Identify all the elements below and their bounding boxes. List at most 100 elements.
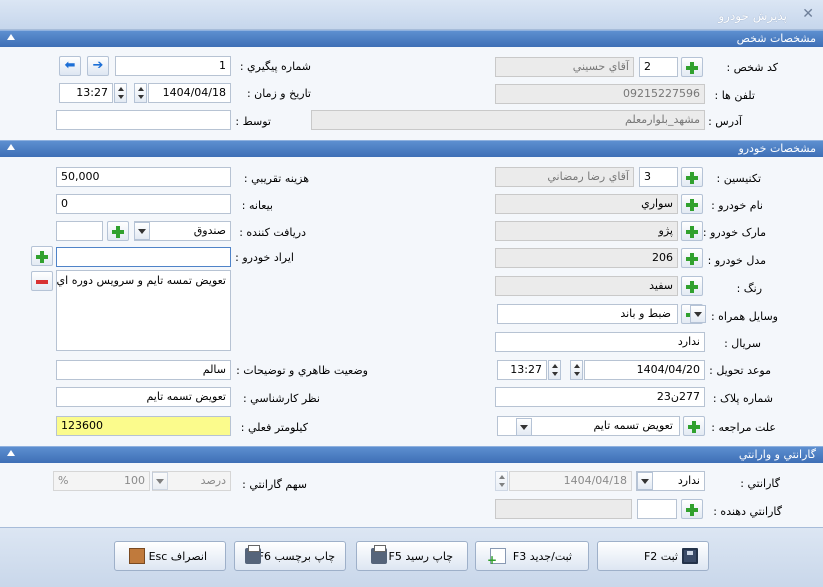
next-arrow-icon[interactable]: ➔: [87, 56, 109, 76]
km-input[interactable]: 123600: [56, 416, 231, 436]
color-label: رنگ :: [736, 282, 762, 295]
share-type-dropdown-icon[interactable]: [152, 472, 168, 490]
warranty-giver-code-input[interactable]: [637, 499, 677, 519]
by-input[interactable]: [56, 110, 231, 130]
defects-list[interactable]: تعويض تمسه تايم و سرويس دوره اي: [56, 270, 231, 351]
save-new-button[interactable]: ثبت/جديد F3: [475, 541, 589, 571]
collapse-icon[interactable]: [7, 450, 15, 456]
technician-label: تکنيسين :: [716, 172, 761, 185]
accessories-select[interactable]: ضبط و باند: [497, 304, 678, 324]
print-receipt-button[interactable]: چاپ رسيد F5: [356, 541, 468, 571]
accessories-dropdown-icon[interactable]: [690, 305, 706, 323]
delivery-date-input[interactable]: 1404/04/20: [584, 360, 705, 380]
person-name-field: آقاي حسيني: [495, 57, 634, 77]
share-label: سهم گارانتي :: [242, 478, 307, 491]
warranty-date-spinner[interactable]: [495, 471, 508, 491]
tracking-label: شماره پيگيري :: [239, 60, 311, 73]
by-label: توسط :: [235, 115, 271, 128]
add-defect-button[interactable]: [31, 246, 53, 266]
add-technician-button[interactable]: [681, 167, 703, 187]
section-title: مشخصات خودرو: [738, 142, 816, 155]
phone-field: 09215227596: [495, 84, 705, 104]
plate-label: شماره پلاک :: [712, 392, 773, 405]
previous-arrow-icon[interactable]: ⬅: [59, 56, 81, 76]
delivery-time-input[interactable]: 13:27: [497, 360, 547, 380]
receiver-extra-input[interactable]: [56, 221, 103, 241]
save-new-button-label: ثبت/جديد F3: [512, 550, 572, 563]
address-field: مشهد_بلوارمعلم: [311, 110, 705, 130]
save-button-label: ثبت F2: [643, 550, 678, 563]
receiver-dropdown-icon[interactable]: [134, 222, 150, 240]
section-header-warranty[interactable]: گارانتي و وارانتي: [0, 446, 823, 463]
delivery-time-spinner[interactable]: [548, 360, 561, 380]
warranty-giver-label: گارانتي دهنده :: [713, 505, 782, 518]
add-car-name-button[interactable]: [681, 194, 703, 214]
save-icon: [682, 548, 698, 564]
date-spinner[interactable]: [134, 83, 147, 103]
plate-input[interactable]: 277ن23: [495, 387, 705, 407]
collapse-icon[interactable]: [7, 34, 15, 40]
km-label: کيلومتر فعلي :: [240, 421, 308, 434]
person-code-label: کد شخص :: [726, 61, 778, 74]
date-input[interactable]: 1404/04/18: [148, 83, 231, 103]
technician-code-input[interactable]: 3: [639, 167, 678, 187]
cost-label: هزينه تقريبي :: [243, 172, 309, 185]
phone-label: تلفن ها :: [714, 89, 756, 102]
section-title: گارانتي و وارانتي: [738, 448, 816, 461]
add-brand-button[interactable]: [681, 221, 703, 241]
car-name-label: نام خودرو :: [711, 199, 763, 212]
save-button[interactable]: ثبت F2: [597, 541, 709, 571]
print-label-button[interactable]: چاپ برچسب F6: [234, 541, 346, 571]
new-document-icon: [487, 548, 506, 567]
delivery-date-spinner[interactable]: [570, 360, 583, 380]
collapse-icon[interactable]: [7, 144, 15, 150]
deposit-input[interactable]: 0: [56, 194, 231, 214]
add-warranty-giver-button[interactable]: [681, 499, 703, 519]
cancel-button-label: انصراف Esc: [148, 550, 207, 563]
expert-input[interactable]: تعويض تسمه تايم: [56, 387, 231, 407]
datetime-label: تاريخ و زمان :: [246, 87, 311, 100]
receiver-label: دريافت کننده :: [239, 226, 306, 239]
time-input[interactable]: 13:27: [59, 83, 113, 103]
appearance-input[interactable]: سالم: [56, 360, 231, 380]
cancel-button[interactable]: انصراف Esc: [114, 541, 226, 571]
warranty-label: گارانتي :: [740, 477, 780, 490]
expert-label: نظر کارشناسي :: [242, 392, 320, 405]
model-field: 206: [495, 248, 678, 268]
address-label: آدرس :: [708, 115, 742, 128]
print-receipt-button-label: چاپ رسيد F5: [388, 550, 453, 563]
reason-label: علت مراجعه :: [711, 421, 776, 434]
printer-icon: [371, 545, 387, 564]
tracking-input[interactable]: 1: [115, 56, 231, 76]
action-bar: ثبت F2 ثبت/جديد F3 چاپ رسيد F5 چاپ برچسب…: [0, 527, 823, 587]
printer-icon: [245, 545, 261, 564]
percent-unit: %: [58, 474, 69, 487]
warranty-date-input[interactable]: 1404/04/18: [509, 471, 632, 491]
add-reason-button[interactable]: [683, 416, 705, 436]
car-name-field: سواري: [495, 194, 678, 214]
reason-dropdown-icon[interactable]: [516, 418, 532, 436]
add-person-button[interactable]: [681, 57, 703, 77]
add-receiver-button[interactable]: [107, 221, 129, 241]
window-title: پذيرش خودرو: [718, 9, 787, 23]
cost-input[interactable]: 50,000: [56, 167, 231, 187]
section-header-vehicle[interactable]: مشخصات خودرو: [0, 140, 823, 157]
time-spinner[interactable]: [114, 83, 127, 103]
warranty-dropdown-icon[interactable]: [637, 472, 653, 490]
share-value-input[interactable]: % 100: [53, 471, 150, 491]
title-bar: پذيرش خودرو ✕: [0, 0, 823, 30]
add-color-button[interactable]: [681, 276, 703, 296]
brand-field: پژو: [495, 221, 678, 241]
section-header-person[interactable]: مشخصات شخص: [0, 30, 823, 47]
defects-input[interactable]: [56, 247, 231, 267]
exit-door-icon: [129, 548, 145, 564]
section-title: مشخصات شخص: [736, 32, 816, 45]
share-value: 100: [124, 474, 145, 487]
serial-input[interactable]: ندارد: [495, 332, 705, 352]
close-icon[interactable]: ✕: [802, 6, 814, 22]
person-code-input[interactable]: 2: [639, 57, 678, 77]
brand-label: مارک خودرو :: [702, 226, 766, 239]
add-model-button[interactable]: [681, 248, 703, 268]
deposit-label: بيعانه :: [241, 199, 273, 212]
remove-defect-button[interactable]: [31, 271, 53, 291]
